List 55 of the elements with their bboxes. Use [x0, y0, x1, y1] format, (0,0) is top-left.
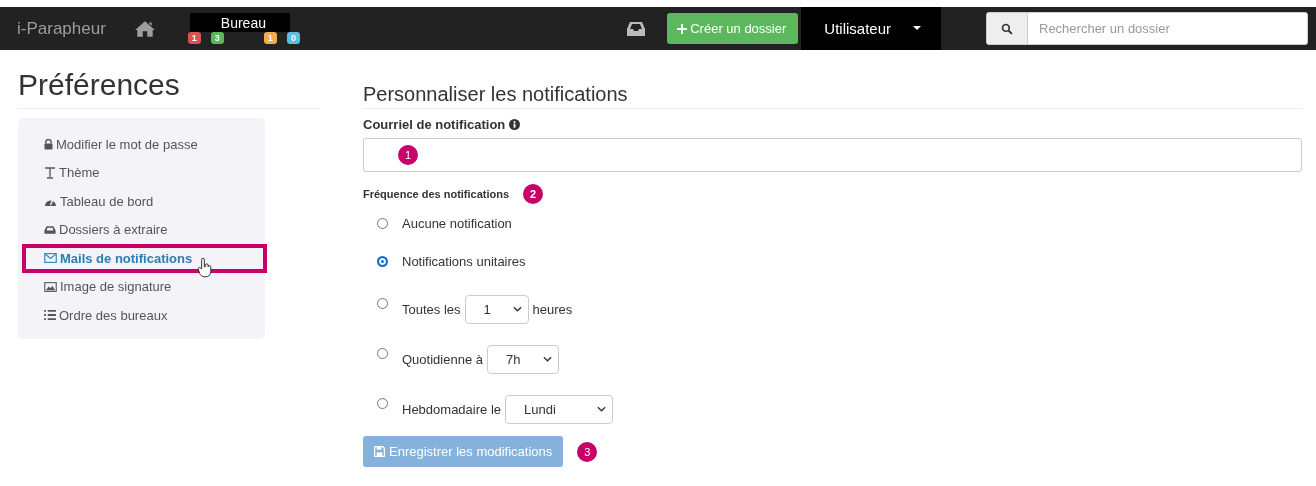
option-label: Quotidienne à: [402, 351, 483, 367]
sidebar-item[interactable]: Image de signature: [18, 272, 265, 301]
count-badge: 1: [187, 32, 201, 44]
inbox-icon: [44, 224, 56, 235]
plus-icon: [677, 23, 688, 34]
inbox-icon[interactable]: [626, 20, 647, 37]
item-label: Thème: [59, 165, 100, 181]
search-icon: [1001, 22, 1013, 35]
option-label: heures: [532, 301, 573, 317]
envelope-icon: [44, 253, 57, 264]
brand-link[interactable]: i-Parapheur: [17, 18, 106, 39]
option-label: Hebdomadaire le: [402, 401, 501, 417]
count-badge: 3: [210, 32, 224, 44]
image-icon: [44, 281, 57, 292]
chevron-down-icon: [512, 306, 522, 312]
item-label: Tableau de bord: [60, 193, 154, 209]
sidebar-item[interactable]: Ordre des bureaux: [18, 301, 265, 330]
count-badge: 1: [263, 32, 277, 44]
hand-cursor-icon: [197, 258, 214, 279]
option-label: Notifications unitaires: [402, 253, 526, 269]
caret-icon: [913, 26, 921, 31]
item-label: Ordre des bureaux: [59, 307, 168, 323]
info-icon: [509, 119, 521, 130]
section-title: Personnaliser les notifications: [363, 83, 1302, 109]
item-label: Dossiers à extraire: [59, 222, 168, 238]
radio-button[interactable]: [377, 255, 388, 267]
desk-label[interactable]: Bureau: [189, 13, 290, 32]
page-title: Préférences: [18, 68, 320, 109]
chevron-down-icon: [597, 406, 606, 412]
dropdown[interactable]: 1: [464, 294, 529, 324]
step-marker: 3: [577, 441, 598, 462]
sidebar-item[interactable]: Dossiers à extraire: [18, 215, 265, 244]
option-label: Toutes les: [402, 301, 461, 317]
chevron-down-icon: [542, 356, 552, 362]
field-label: Courriel de notification: [363, 117, 506, 132]
text-icon: [44, 166, 56, 179]
option-label: Aucune notification: [402, 215, 512, 231]
sidebar-item[interactable]: Thème: [18, 158, 265, 187]
sidebar-item[interactable]: Tableau de bord: [18, 187, 265, 216]
list-icon: [44, 310, 56, 321]
field-label: Fréquence des notifications: [363, 188, 510, 200]
user-menu[interactable]: Utilisateur: [801, 7, 941, 50]
item-label: Modifier le mot de passe: [56, 136, 198, 152]
dropdown[interactable]: Lundi: [505, 394, 613, 424]
sidebar-item[interactable]: Modifier le mot de passe: [18, 130, 265, 159]
email-input-field[interactable]: 1: [363, 138, 1302, 172]
step-marker: 2: [523, 184, 544, 204]
search-field[interactable]: Rechercher un dossier: [986, 12, 1308, 45]
lock-icon: [44, 138, 53, 150]
dropdown[interactable]: 7h: [486, 344, 559, 374]
item-label: Mails de notifications: [60, 250, 193, 266]
count-badge: 0: [286, 32, 300, 44]
item-label: Image de signature: [60, 279, 172, 295]
home-icon[interactable]: [133, 19, 156, 38]
step-marker: 1: [398, 145, 418, 165]
